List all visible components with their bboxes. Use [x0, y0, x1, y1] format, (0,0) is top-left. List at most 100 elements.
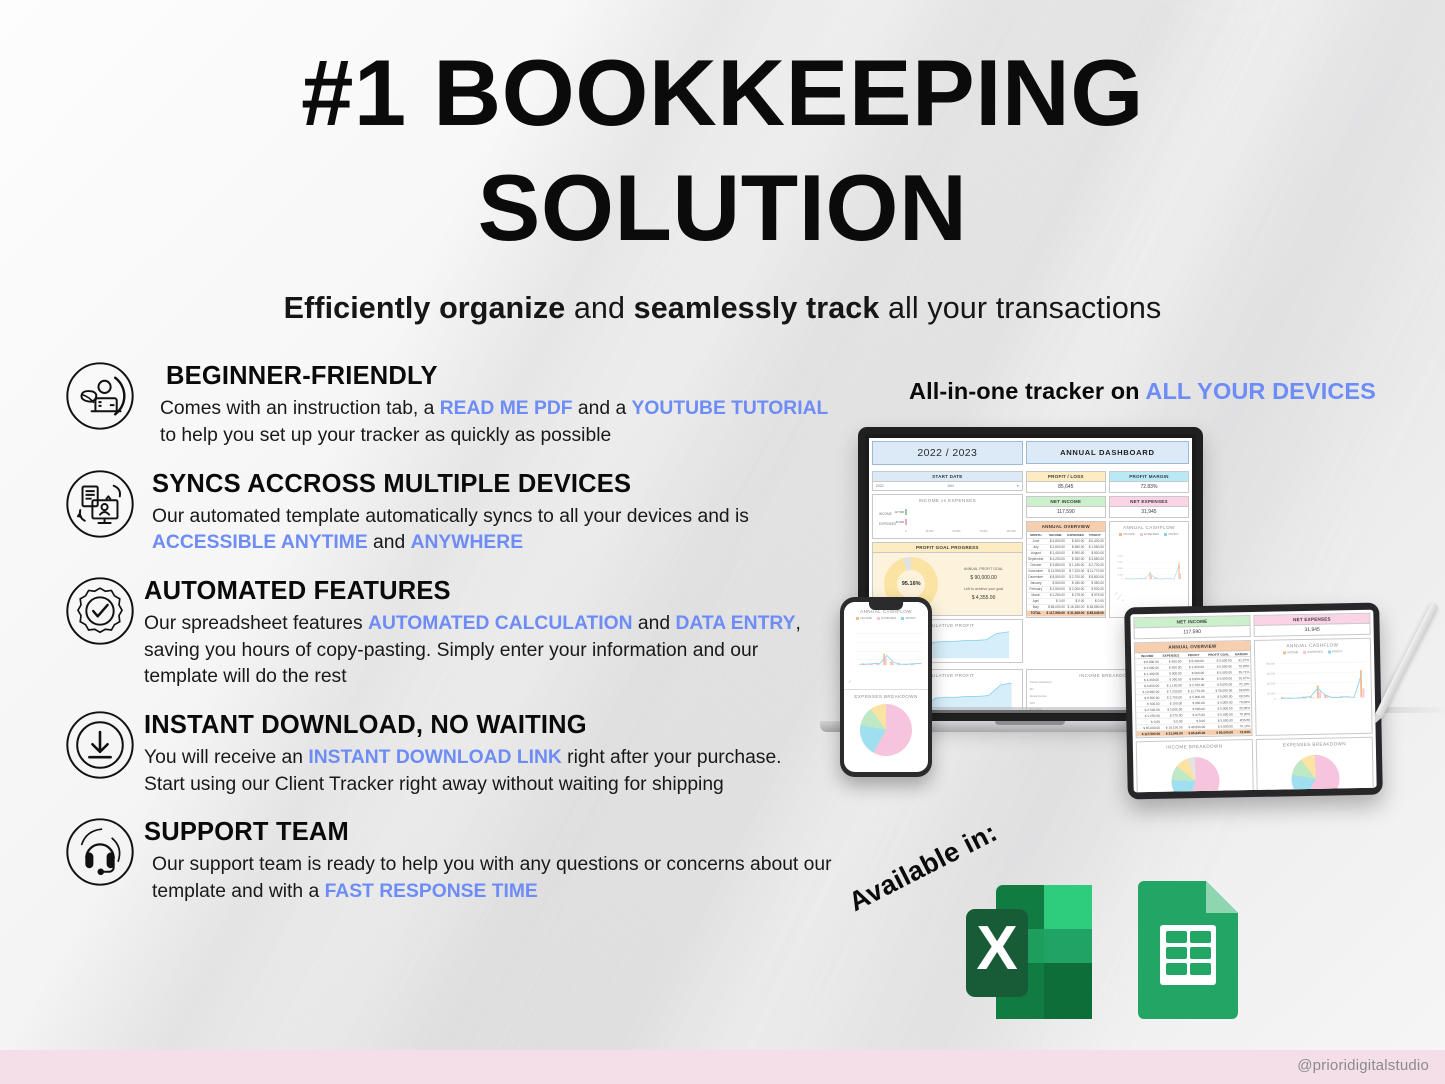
kpi-value: 117,590 [1183, 629, 1202, 636]
chart-title: ANNUAL CASHFLOW [1123, 525, 1175, 531]
svg-text:August: August [847, 679, 852, 683]
legend-item: PROFIT [901, 616, 916, 620]
table-total-row: TOTAL $ 117,590.00 $ 31,945.00 $ 85,645.00 [1026, 610, 1105, 617]
slice-label: Rental Income 10% [1029, 694, 1047, 705]
table-total-row: $ 117,590.00 $ 31,945.00 $ 85,645.00 $ 90,0… [1136, 729, 1252, 738]
desc-part: and [367, 532, 411, 554]
legend-item: EXPENSES [876, 616, 896, 620]
checkmark-badge-icon [62, 573, 138, 649]
phone-cashflow-chart: ANNUAL CASHFLOW INCOME EXPENSES PROFIT [844, 602, 928, 707]
google-sheets-logo[interactable] [1128, 873, 1248, 1033]
income-vs-expenses-chart: INCOME vs EXPENSES INCOME 117,590 EXPENS… [872, 494, 1023, 540]
bar-row: EXPENSES 31,945 [879, 519, 1016, 527]
feature-description: Our support team is ready to help you wi… [152, 852, 832, 905]
headline-line-2: SOLUTION [477, 154, 968, 260]
annual-overview-title: ANNUAL OVERVIEW [1026, 522, 1105, 533]
listing-page: #1 BOOKKEEPING SOLUTION Efficiently orga… [0, 0, 1445, 1084]
feature-beginner-friendly: BEGINNER-FRIENDLY Comes with an instruct… [62, 356, 840, 449]
start-date-month[interactable]: JUN [947, 484, 954, 488]
svg-text:October: October [1119, 598, 1125, 601]
axis-tick: 50,000 [952, 530, 961, 534]
dashboard-year[interactable]: 2022 / 2023 [872, 441, 1023, 466]
desc-part: Comes with an instruction tab, a [160, 398, 440, 420]
feature-syncs-across-devices: SYNCS ACCROSS MULTIPLE DEVICES Our autom… [62, 464, 840, 557]
tablet-annual-overview: ANNUAL OVERVIEW INCOME EXPENSES PROFIT P… [1133, 640, 1253, 739]
bar-value: 31,945 [895, 520, 904, 524]
annual-overview-panel: ANNUAL OVERVIEW MONTH INCOME EXPENSES PR… [1025, 521, 1106, 618]
kpi-value: 31,945 [1141, 509, 1157, 516]
annual-overview-table: MONTH INCOME EXPENSES PROFIT June $ 6,800 [1026, 532, 1105, 617]
chart-title: ANNUAL CASHFLOW [860, 609, 912, 615]
profit-goal-left-label: Left to achieve your goal [963, 586, 1004, 591]
kpi-value: 72.83% [1140, 484, 1158, 491]
svg-text:August: August [1113, 591, 1118, 597]
headline-line-1: #1 BOOKKEEPING [301, 40, 1144, 145]
feature-title: INSTANT DOWNLOAD, NO WAITING [144, 710, 587, 739]
footer-watermark: @prioridigitalstudio [1297, 1057, 1429, 1074]
page-title: #1 BOOKKEEPING SOLUTION [0, 0, 1445, 265]
desc-highlight: DATA ENTRY [675, 612, 796, 634]
footer-band: @prioridigitalstudio [0, 1050, 1445, 1084]
chevron-down-icon[interactable]: ▾ [1017, 484, 1019, 488]
income-pie-chart [1170, 757, 1220, 793]
svg-text:40,000: 40,000 [1267, 682, 1276, 686]
feature-instant-download: INSTANT DOWNLOAD, NO WAITING You will re… [62, 705, 840, 798]
subheadline-bold-2: seamlessly track [633, 291, 880, 326]
svg-text:40,000: 40,000 [1117, 568, 1122, 570]
table-cell: 72.83% [1233, 729, 1252, 736]
start-date-year[interactable]: 2022 [876, 484, 884, 488]
feature-title: SYNCS ACCROSS MULTIPLE DEVICES [152, 469, 632, 498]
desc-part: and [632, 612, 676, 634]
legend-item: EXPENSES [1139, 532, 1159, 536]
stylus-pen [1374, 602, 1440, 719]
devices-section: All-in-one tracker on ALL YOUR DEVICES 2… [820, 356, 1445, 1084]
feature-support-team: SUPPORT TEAM Our support team is ready t… [62, 812, 840, 905]
kpi-label: PROFIT / LOSS [1026, 472, 1105, 483]
svg-text:60,000: 60,000 [1267, 672, 1276, 676]
profit-goal-label: ANNUAL PROFIT GOAL [963, 566, 1004, 571]
feature-title: SUPPORT TEAM [144, 818, 349, 847]
kpi-value: 31,945 [1304, 627, 1320, 634]
kpi-label: PROFIT MARGIN [1109, 472, 1188, 483]
desc-part: and a [572, 398, 632, 420]
axis-tick: 75,000 [979, 530, 988, 534]
tablet-dashboard: NET INCOME 117,590 NET EXPENSES 31,945 A… [1130, 610, 1377, 793]
device-mockup-stage: 2022 / 2023 ANNUAL DASHBOARD START DATE … [820, 419, 1445, 839]
svg-text:20,000: 20,000 [1267, 692, 1276, 696]
desc-highlight: FAST RESPONSE TIME [324, 880, 538, 902]
excel-x-glyph: X [976, 914, 1017, 983]
table-cell: TOTAL [1026, 610, 1045, 617]
kpi-value: 117,590 [1056, 509, 1075, 516]
legend-item: INCOME [1282, 650, 1298, 655]
subheadline: Efficiently organize and seamlessly trac… [0, 291, 1445, 326]
profit-goal-value: $ 90,000.00 [970, 574, 997, 581]
annual-overview-table: INCOME EXPENSES PROFIT PROFIT GOAL MARGI… [1135, 651, 1252, 738]
devices-heading-black: All-in-one tracker on [909, 378, 1146, 405]
legend-item: INCOME [856, 616, 872, 620]
svg-text:80,000: 80,000 [1117, 556, 1122, 558]
profit-goal-left-value: $ 4,355.00 [971, 595, 996, 602]
app-logos: X [958, 873, 1248, 1033]
phone-mockup: ANNUAL CASHFLOW INCOME EXPENSES PROFIT E… [840, 597, 932, 778]
available-in-section: Available in: X [840, 817, 1445, 1084]
table-cell: $ 85,645.00 [1085, 610, 1105, 617]
desc-highlight: ACCESSIBLE ANYTIME [152, 532, 368, 554]
svg-text:20,000: 20,000 [1117, 575, 1122, 577]
axis-tick: 100,000 [1006, 530, 1016, 534]
axis-tick: 25,000 [925, 530, 934, 534]
devices-heading-blue: ALL YOUR DEVICES [1145, 378, 1376, 405]
subheadline-tail: all your transactions [879, 291, 1162, 326]
bar-row: INCOME 117,590 [879, 509, 1016, 517]
svg-text:July: July [1113, 589, 1114, 592]
phone-expenses-breakdown: EXPENSES BREAKDOWN [844, 690, 928, 760]
legend-item: PROFIT [1327, 650, 1342, 654]
chart-title: INCOME vs EXPENSES [918, 498, 977, 504]
table-cell: $ 31,945.00 [1161, 730, 1184, 737]
tablet-cashflow-chart: ANNUAL CASHFLOW INCOME EXPENSES PROFIT 0… [1252, 638, 1373, 755]
support-headset-icon [62, 814, 138, 890]
phone-notch [869, 602, 903, 611]
legend-item: PROFIT [1164, 532, 1179, 536]
bar-axis: 0 25,000 50,000 75,000 100,000 [879, 530, 1016, 533]
excel-logo[interactable]: X [958, 873, 1098, 1033]
desc-highlight: AUTOMATED CALCULATION [368, 612, 633, 634]
